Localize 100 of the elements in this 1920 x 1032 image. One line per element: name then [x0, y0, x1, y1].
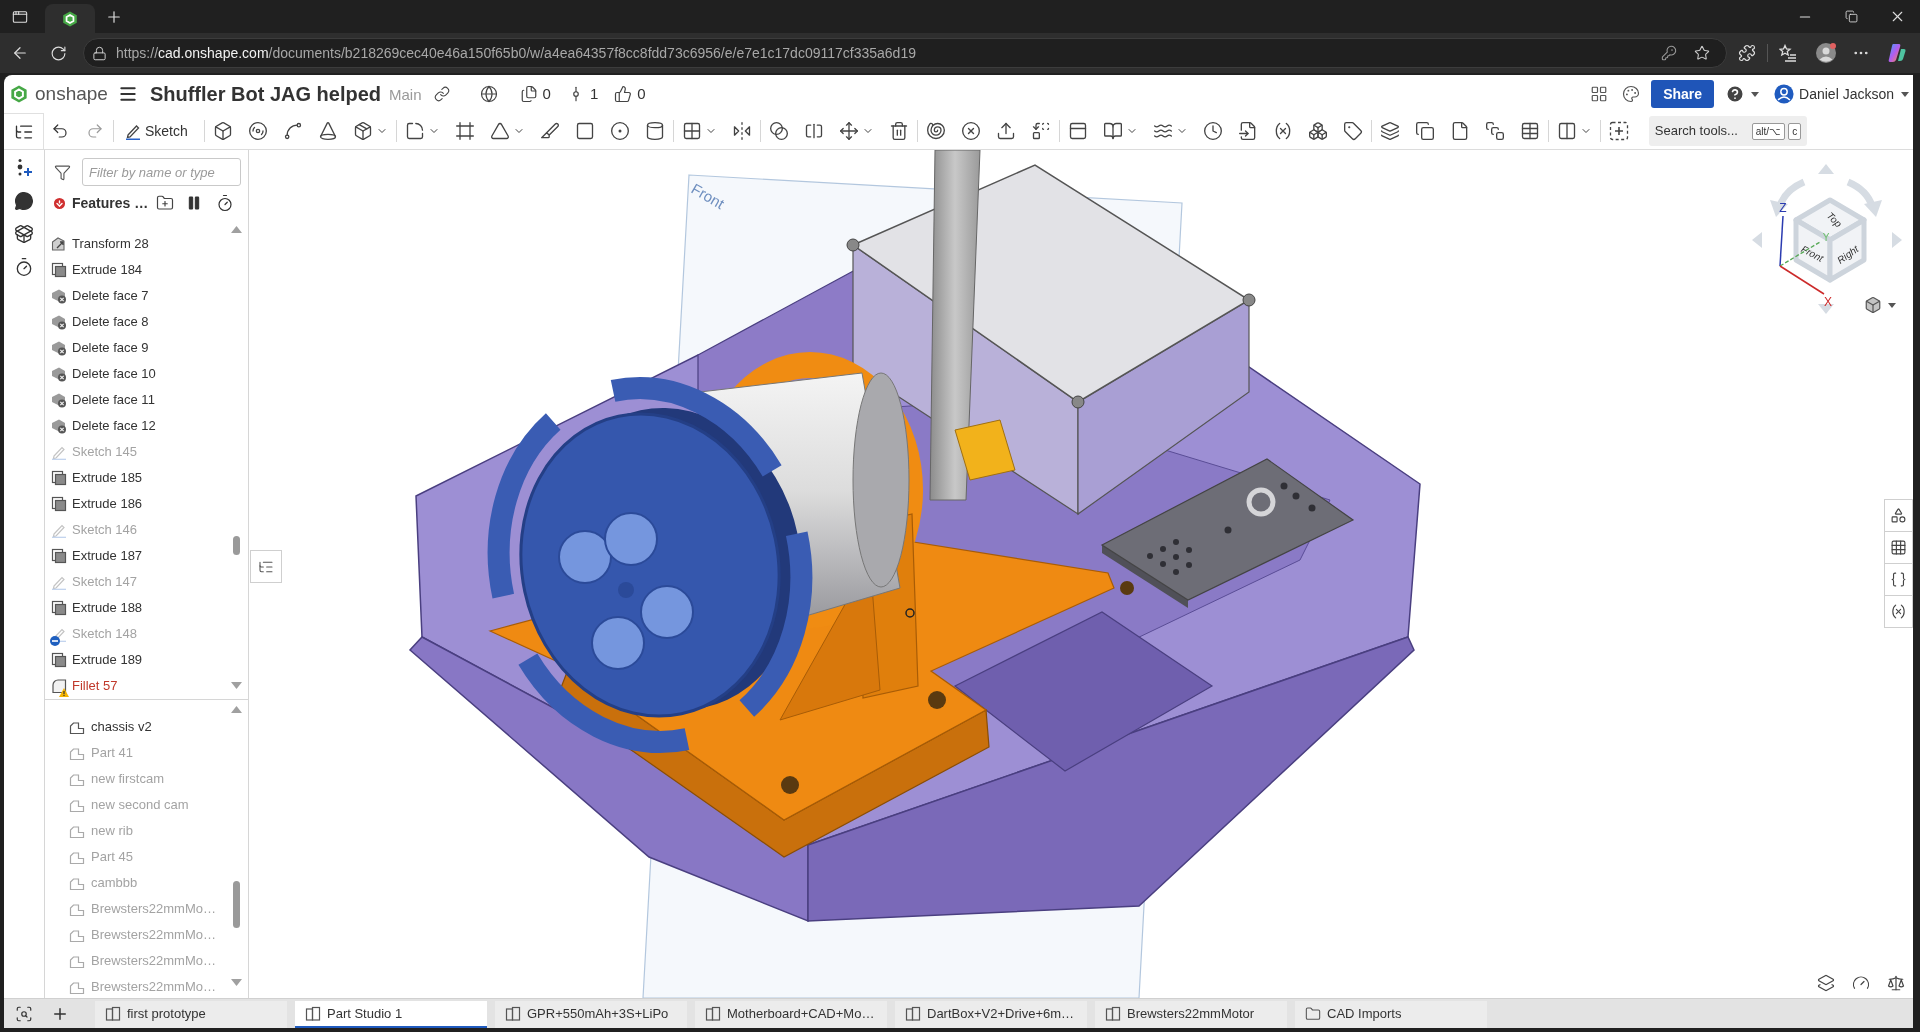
feature-item[interactable]: Delete face 11 — [51, 387, 155, 413]
feature-item[interactable]: Delete face 8 — [51, 309, 149, 335]
trash-icon[interactable] — [888, 121, 909, 141]
scale-icon[interactable] — [1887, 974, 1905, 992]
triangle-up-icon[interactable] — [230, 706, 242, 713]
cone-icon[interactable] — [317, 121, 338, 141]
feature-item[interactable]: Delete face 10 — [51, 361, 156, 387]
link-icon[interactable] — [433, 86, 450, 102]
palette-icon[interactable] — [1622, 85, 1641, 103]
filter-icon[interactable] — [54, 163, 71, 181]
search-tools-input[interactable]: Search tools... — [1654, 121, 1749, 141]
square-stack-icon[interactable] — [1484, 121, 1505, 141]
refresh-icon[interactable] — [49, 44, 67, 62]
move-arrows-icon[interactable] — [838, 121, 859, 141]
knife-icon[interactable] — [539, 121, 560, 141]
document-tab[interactable]: Part Studio 1 — [295, 1001, 487, 1028]
feature-item[interactable]: Delete face 12 — [51, 413, 156, 439]
square-icon[interactable] — [574, 121, 595, 141]
feature-item[interactable]: Extrude 186 — [51, 491, 143, 517]
dashed-plus-icon[interactable] — [1608, 121, 1629, 141]
spiral-icon[interactable] — [925, 121, 946, 141]
document-tab[interactable]: DartBox+V2+Drive+6m… — [895, 1001, 1087, 1028]
star-list-icon[interactable] — [1779, 44, 1797, 62]
side-tool-button[interactable] — [1884, 563, 1913, 596]
triangle-down-icon[interactable] — [230, 979, 242, 986]
caret-icon[interactable] — [1888, 302, 1896, 308]
document-tab[interactable]: first prototype — [95, 1001, 287, 1028]
circle-arrow-down-icon[interactable] — [52, 195, 67, 211]
scrollbar-thumb[interactable] — [232, 536, 240, 555]
folder-plus-icon[interactable] — [156, 194, 175, 212]
tag-icon[interactable] — [1342, 121, 1363, 141]
copy-icon[interactable] — [1414, 121, 1435, 141]
feature-item[interactable]: Extrude 187 — [51, 543, 143, 569]
file-input-icon[interactable] — [1237, 121, 1258, 141]
triangle-icon[interactable] — [489, 121, 510, 141]
documents-icon[interactable] — [519, 85, 538, 103]
restore-icon[interactable] — [1844, 10, 1858, 23]
gauge-icon[interactable] — [1852, 974, 1870, 992]
scrollbar-thumb[interactable] — [232, 881, 240, 928]
clock-icon[interactable] — [1202, 121, 1223, 141]
triangle-down-icon[interactable] — [1818, 304, 1834, 314]
triangle-down-icon[interactable] — [230, 682, 242, 689]
timer-icon[interactable] — [216, 194, 235, 212]
key-icon[interactable] — [1661, 45, 1677, 61]
speech-bubble-icon[interactable] — [14, 191, 34, 211]
feature-item[interactable]: Fillet 57 — [51, 673, 118, 699]
feature-item[interactable]: Delete face 9 — [51, 335, 149, 361]
box-icon[interactable] — [212, 121, 233, 141]
open-box-icon[interactable] — [14, 224, 34, 244]
split-square-icon[interactable] — [803, 121, 824, 141]
part-item[interactable]: chassis v2 — [69, 714, 152, 740]
feature-item[interactable]: Transform 28 — [51, 231, 149, 257]
undo-icon[interactable] — [51, 122, 69, 140]
document-tab[interactable]: CAD Imports — [1295, 1001, 1487, 1028]
feature-item[interactable]: Extrude 184 — [51, 257, 143, 283]
colorful-logo-icon[interactable] — [1887, 43, 1907, 63]
panel-icon[interactable] — [1067, 121, 1088, 141]
feature-item[interactable]: Extrude 189 — [51, 647, 143, 673]
document-tab[interactable]: GPR+550mAh+3S+LiPo — [495, 1001, 687, 1028]
caret-icon[interactable] — [1751, 91, 1760, 97]
grid-icon[interactable] — [681, 121, 702, 141]
menu-icon[interactable] — [117, 84, 138, 104]
document-tab[interactable]: Brewsters22mmMotor — [1095, 1001, 1287, 1028]
user-menu[interactable]: Daniel Jackson — [1774, 83, 1909, 105]
filter-field[interactable]: Filter by name or type — [82, 158, 241, 186]
feature-item[interactable]: Delete face 7 — [51, 283, 149, 309]
side-tool-button[interactable] — [1884, 499, 1913, 532]
columns-icon[interactable] — [1556, 121, 1577, 141]
circle-dot-icon[interactable] — [609, 121, 630, 141]
feature-item[interactable]: Extrude 188 — [51, 595, 143, 621]
hexagon-logo-icon[interactable] — [62, 10, 78, 27]
replace-icon[interactable] — [1030, 121, 1051, 141]
cylinder-icon[interactable] — [644, 121, 665, 141]
book-icon[interactable] — [1102, 121, 1123, 141]
grid-icon[interactable] — [1590, 85, 1609, 103]
boxes-icon[interactable] — [1307, 121, 1328, 141]
thumbs-up-icon[interactable] — [614, 85, 633, 103]
puzzle-icon[interactable] — [1738, 44, 1756, 62]
table-icon[interactable] — [1519, 121, 1540, 141]
package-icon[interactable] — [352, 121, 373, 141]
upload-icon[interactable] — [995, 121, 1016, 141]
redo-icon[interactable] — [86, 122, 104, 140]
view-cube[interactable] — [1793, 197, 1867, 283]
flip-icon[interactable] — [731, 121, 752, 141]
curve-icon[interactable] — [282, 121, 303, 141]
search-tools-field[interactable]: Search tools... alt/⌥ c — [1648, 116, 1808, 146]
back-icon[interactable] — [11, 44, 29, 62]
stopwatch-icon[interactable] — [14, 257, 34, 277]
circle-x-icon[interactable] — [960, 121, 981, 141]
frame-icon[interactable] — [454, 121, 475, 141]
layers-icon[interactable] — [1817, 974, 1835, 992]
cad-model-drawing[interactable] — [408, 150, 1421, 923]
overlapping-circles-icon[interactable] — [768, 121, 789, 141]
sketch-button[interactable]: Sketch — [123, 117, 196, 145]
side-tool-button[interactable] — [1884, 531, 1913, 564]
cube-icon[interactable] — [1864, 296, 1882, 314]
disc-icon[interactable] — [247, 121, 268, 141]
star-icon[interactable] — [1694, 45, 1710, 61]
avatar-icon[interactable] — [1815, 42, 1837, 64]
feature-item[interactable]: Extrude 185 — [51, 465, 143, 491]
